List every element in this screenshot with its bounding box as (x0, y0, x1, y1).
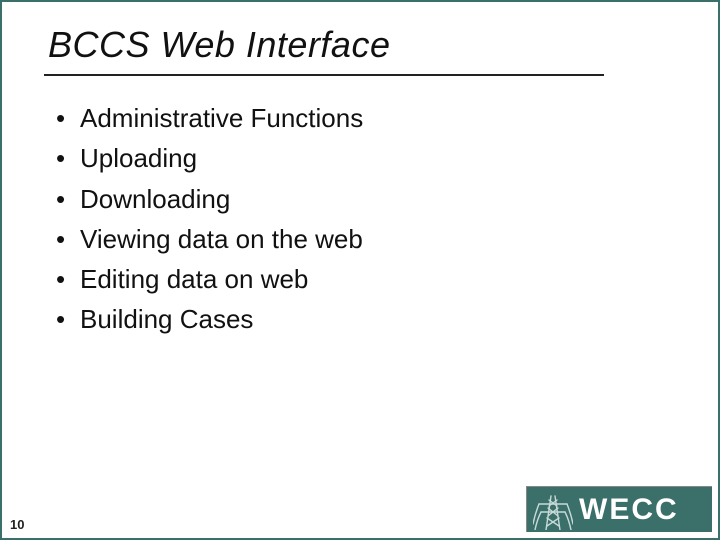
list-item: Downloading (52, 179, 676, 219)
list-item: Uploading (52, 138, 676, 178)
wecc-logo: WECC (526, 486, 712, 532)
logo-text: WECC (579, 493, 679, 527)
page-number: 10 (10, 517, 24, 532)
list-item: Editing data on web (52, 259, 676, 299)
transmission-tower-icon (533, 490, 573, 530)
list-item: Administrative Functions (52, 98, 676, 138)
list-item: Viewing data on the web (52, 219, 676, 259)
slide: BCCS Web Interface Administrative Functi… (0, 0, 720, 540)
bullet-list: Administrative Functions Uploading Downl… (44, 98, 676, 340)
slide-title: BCCS Web Interface (48, 24, 676, 66)
list-item: Building Cases (52, 299, 676, 339)
content-area: BCCS Web Interface Administrative Functi… (2, 2, 718, 340)
title-underline (44, 74, 604, 76)
